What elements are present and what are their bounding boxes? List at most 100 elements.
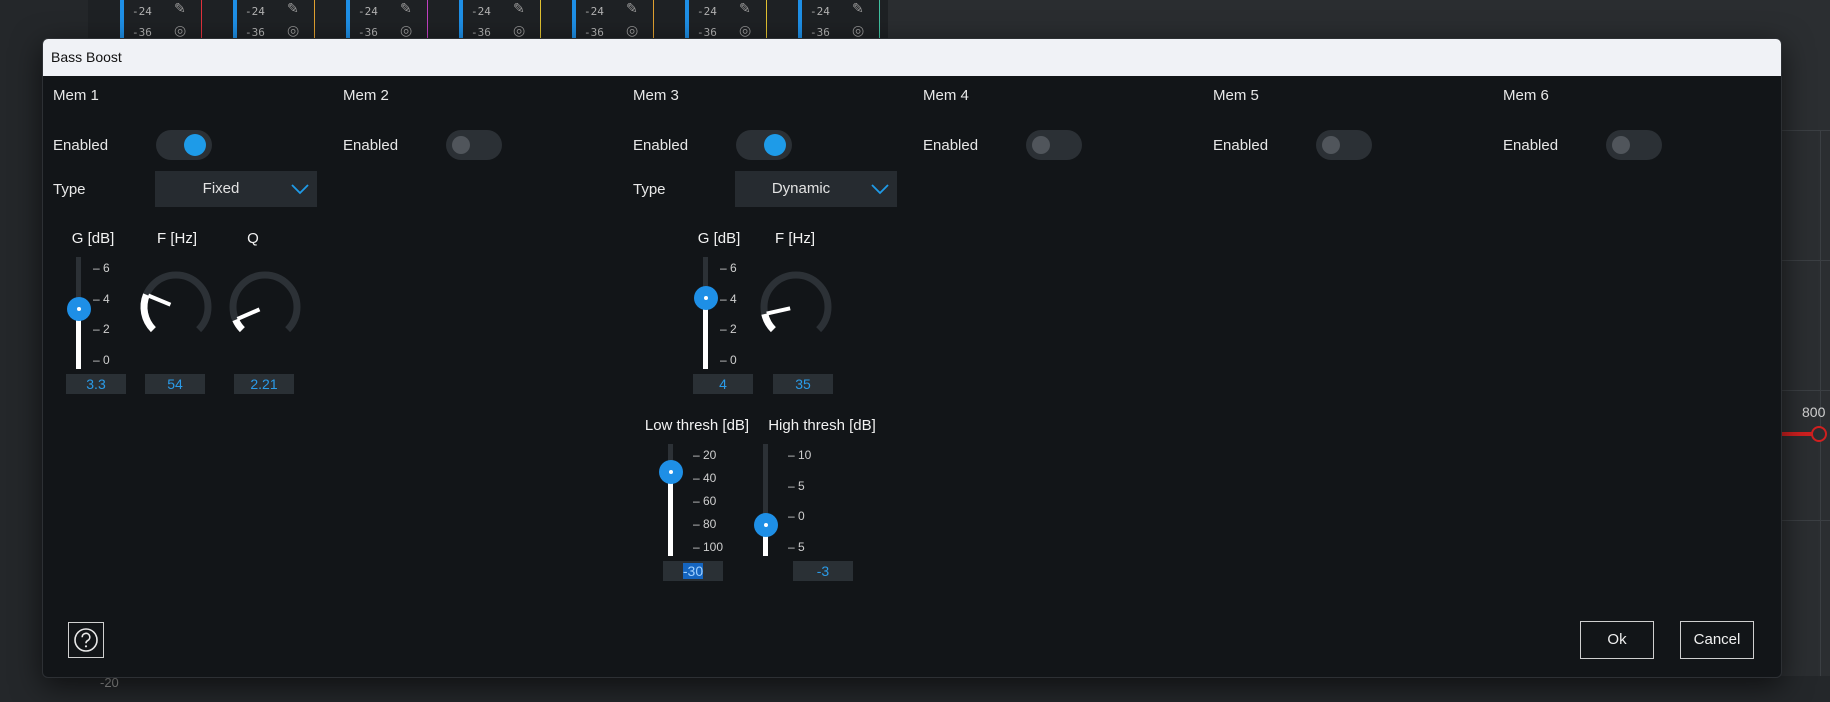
- enabled-label: Enabled: [53, 137, 109, 154]
- low-thresh-slider[interactable]: [656, 444, 696, 556]
- slider-tick-label: – 0: [93, 353, 110, 367]
- type-select[interactable]: Fixed: [155, 171, 317, 207]
- toggle-knob: [1032, 136, 1050, 154]
- slider-thumb[interactable]: [659, 460, 683, 484]
- gain-value-field-text: 4: [719, 376, 727, 392]
- slider-tick-label: – 20: [693, 448, 717, 462]
- freq-value-field[interactable]: 54: [145, 374, 205, 394]
- slider-tick-label: – 60: [693, 494, 717, 508]
- enabled-toggle[interactable]: [1606, 130, 1662, 160]
- background-channel-strip: -24 -36 ✎ ◎: [88, 0, 202, 40]
- memory-title: Mem 6: [1503, 87, 1549, 104]
- background-bottom-bar: [0, 676, 1830, 702]
- q-value-field-text: 2.21: [250, 376, 278, 392]
- slider-thumb[interactable]: [694, 286, 718, 310]
- high-thresh-slider[interactable]: [751, 444, 791, 556]
- enabled-toggle[interactable]: [156, 130, 212, 160]
- knob-value-arc: [232, 318, 245, 333]
- q-header: Q: [247, 230, 259, 247]
- slider-tick-label: – 80: [693, 517, 717, 531]
- knob-track: [760, 271, 832, 333]
- type-select-value: Dynamic: [771, 180, 831, 197]
- background-channel-strips: -24 -36 ✎ ◎ -24 -36 ✎ ◎ -24 -36 ✎ ◎ -24 -36 ✎ ◎ -24 -36 ✎ ◎…: [88, 0, 888, 40]
- target-icon[interactable]: ◎: [513, 22, 525, 39]
- gain-header: G [dB]: [697, 230, 741, 247]
- background-freq-label: 800: [1802, 404, 1826, 420]
- target-icon[interactable]: ◎: [174, 22, 186, 39]
- channel-meter: [685, 0, 689, 40]
- knob-track: [229, 271, 301, 333]
- type-label: Type: [53, 181, 86, 198]
- edit-icon[interactable]: ✎: [852, 0, 864, 17]
- background-channel-strip: -24 -36 ✎ ◎: [766, 0, 880, 40]
- toggle-knob: [184, 134, 206, 156]
- high-thresh-header: High thresh [dB]: [768, 417, 876, 434]
- channel-meter: [798, 0, 802, 40]
- memory-column-4: Mem 4 Enabled: [913, 39, 1203, 539]
- edit-icon[interactable]: ✎: [287, 0, 299, 17]
- slider-thumb[interactable]: [67, 297, 91, 321]
- q-value-field[interactable]: 2.21: [234, 374, 294, 394]
- enabled-toggle[interactable]: [736, 130, 792, 160]
- knob-value-arc: [761, 312, 777, 333]
- high-thresh-value-field-text: -3: [816, 563, 830, 579]
- freq-header: F [Hz]: [157, 230, 197, 247]
- edit-icon[interactable]: ✎: [174, 0, 186, 17]
- toggle-knob: [1612, 136, 1630, 154]
- target-icon[interactable]: ◎: [626, 22, 638, 39]
- q-knob[interactable]: [225, 267, 305, 347]
- edit-icon[interactable]: ✎: [626, 0, 638, 17]
- meter-value: -24: [358, 5, 378, 18]
- toggle-knob: [1322, 136, 1340, 154]
- slider-tick-label: – 5: [788, 478, 805, 493]
- slider-thumb[interactable]: [754, 513, 778, 537]
- target-icon[interactable]: ◎: [852, 22, 864, 39]
- help-button[interactable]: [68, 622, 104, 658]
- memory-column-5: Mem 5 Enabled: [1203, 39, 1493, 539]
- background-channel-strip: -24 -36 ✎ ◎: [540, 0, 654, 40]
- type-select[interactable]: Dynamic: [735, 171, 897, 207]
- channel-meter: [572, 0, 576, 40]
- slider-tick-label: – 4: [93, 291, 110, 306]
- edit-icon[interactable]: ✎: [400, 0, 412, 17]
- cancel-button[interactable]: Cancel: [1680, 621, 1754, 659]
- enabled-toggle[interactable]: [1026, 130, 1082, 160]
- freq-value-field[interactable]: 35: [773, 374, 833, 394]
- freq-knob[interactable]: [136, 267, 216, 347]
- meter-value: -24: [810, 5, 830, 18]
- freq-knob[interactable]: [756, 267, 836, 347]
- edit-icon[interactable]: ✎: [513, 0, 525, 17]
- memory-column-6: Mem 6 Enabled: [1493, 39, 1781, 539]
- background-channel-strip: -24 -36 ✎ ◎: [427, 0, 541, 40]
- memory-column-1: Mem 1 Enabled Type Fixed G [dB] F [Hz] Q – 6 – 4…: [43, 39, 333, 539]
- enabled-toggle[interactable]: [1316, 130, 1372, 160]
- gain-value-field[interactable]: 4: [693, 374, 753, 394]
- enabled-toggle[interactable]: [446, 130, 502, 160]
- toggle-knob: [764, 134, 786, 156]
- slider-tick-label: – 2: [720, 322, 737, 337]
- edit-icon[interactable]: ✎: [739, 0, 751, 17]
- target-icon[interactable]: ◎: [739, 22, 751, 39]
- channel-meter: [459, 0, 463, 40]
- low-thresh-value-field[interactable]: -30: [663, 561, 723, 581]
- meter-value: -24: [697, 5, 717, 18]
- slider-tick-label: – 0: [788, 509, 805, 524]
- ok-button[interactable]: Ok: [1580, 621, 1654, 659]
- target-icon[interactable]: ◎: [400, 22, 412, 39]
- knob-pointer: [236, 307, 261, 321]
- memory-title: Mem 4: [923, 87, 969, 104]
- slider-tick-label: – 6: [720, 261, 737, 275]
- background-eq-node[interactable]: [1811, 426, 1827, 442]
- memory-column-3: Mem 3 Enabled Type Dynamic G [dB] F [Hz] – 6 – …: [623, 39, 913, 581]
- gain-value-field[interactable]: 3.3: [66, 374, 126, 394]
- gain-value-field-text: 3.3: [86, 376, 106, 392]
- type-select-value: Fixed: [202, 180, 240, 197]
- background-graph: [1780, 0, 1830, 702]
- background-channel-strip: -24 -36 ✎ ◎: [653, 0, 767, 40]
- high-thresh-value-field[interactable]: -3: [793, 561, 853, 581]
- memory-title: Mem 3: [633, 87, 679, 104]
- slider-tick-label: – 0: [720, 353, 737, 367]
- slider-tick-label: – 5: [788, 540, 805, 554]
- slider-tick-label: – 40: [693, 471, 717, 485]
- target-icon[interactable]: ◎: [287, 22, 299, 39]
